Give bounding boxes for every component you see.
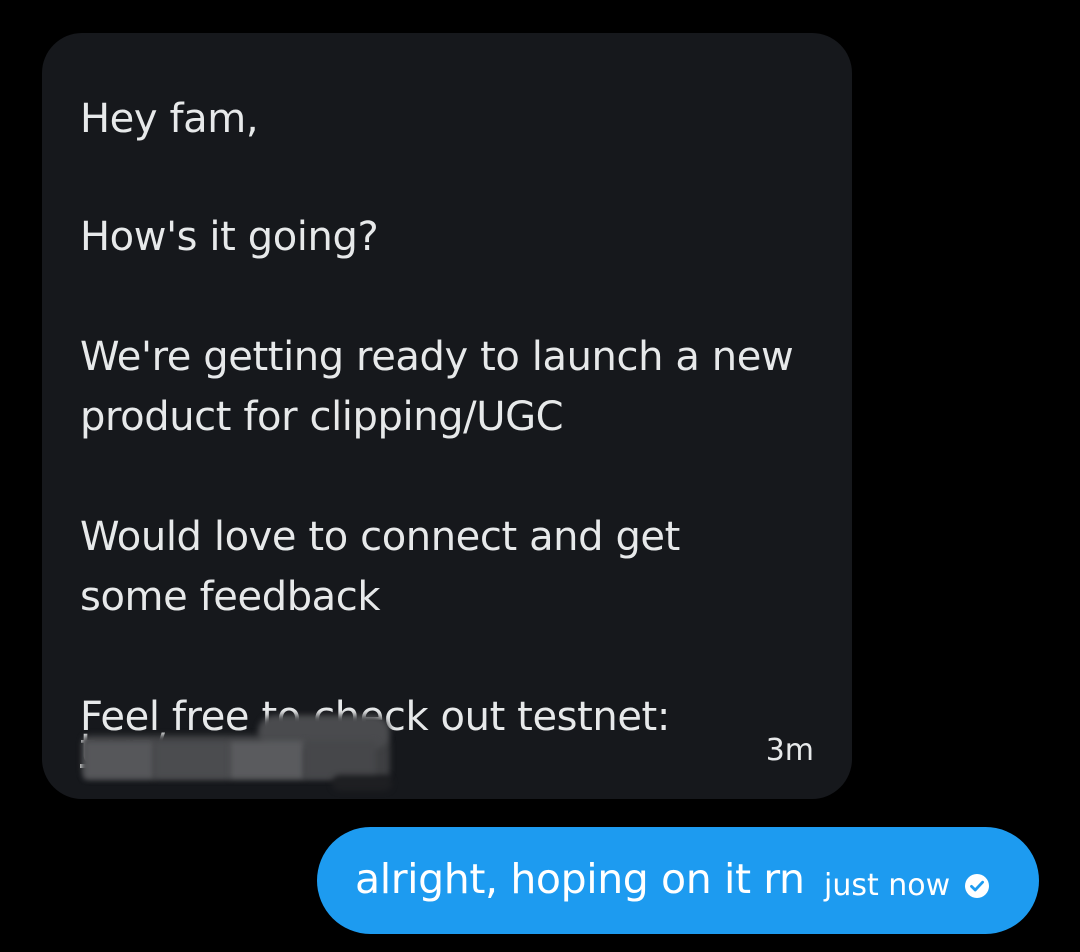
message-text-line: product for clipping/UGC xyxy=(80,394,564,440)
message-text-line: Hey fam, xyxy=(80,96,259,142)
incoming-message-bubble[interactable]: Hey fam, How's it going? We're getting r… xyxy=(42,33,852,799)
outgoing-message-bubble[interactable]: alright, hoping on it rn just now xyxy=(317,827,1039,934)
dm-conversation: Hey fam, How's it going? We're getting r… xyxy=(0,0,1080,952)
seen-check-icon xyxy=(964,873,990,899)
outgoing-message-text: alright, hoping on it rn xyxy=(355,855,805,903)
message-text-line: We're getting ready to launch a new xyxy=(80,334,794,380)
outgoing-message-timestamp: just now xyxy=(824,868,951,903)
message-text-line: some feedback xyxy=(80,574,381,620)
testnet-link[interactable]: t yz/ xyxy=(80,715,410,791)
message-text-line: How's it going? xyxy=(80,214,379,260)
outgoing-message-meta: just now xyxy=(824,865,990,907)
testnet-link-text[interactable]: t yz/ xyxy=(80,719,165,779)
message-text-line: Would love to connect and get xyxy=(80,514,680,560)
message-timestamp: 3m xyxy=(765,733,814,768)
